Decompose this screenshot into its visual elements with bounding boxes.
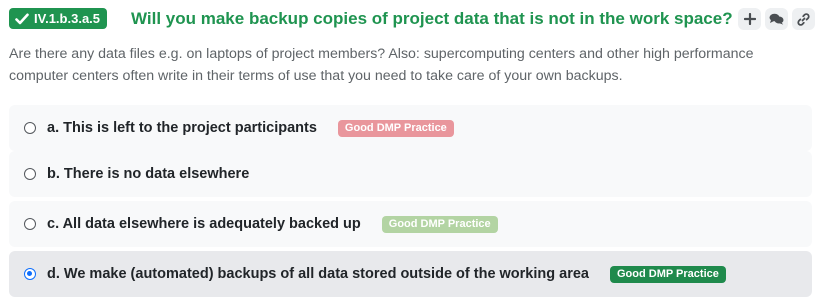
- option-c[interactable]: c. All data elsewhere is adequately back…: [9, 201, 812, 247]
- question-description: Are there any data files e.g. on laptops…: [9, 46, 754, 84]
- question-panel: IV.1.b.3.a.5 Will you make backup copies…: [0, 0, 823, 308]
- plus-icon: [743, 13, 756, 25]
- option-c-label: c. All data elsewhere is adequately back…: [47, 216, 361, 232]
- option-d-radio[interactable]: [24, 268, 36, 280]
- link-icon: [797, 12, 810, 26]
- question-actions: [738, 8, 815, 30]
- option-a[interactable]: a. This is left to the project participa…: [9, 105, 812, 151]
- option-c-radio[interactable]: [24, 218, 36, 230]
- option-d[interactable]: d. We make (automated) backups of all da…: [9, 251, 812, 297]
- option-d-label: d. We make (automated) backups of all da…: [47, 266, 589, 282]
- copy-link-button[interactable]: [792, 8, 815, 30]
- comments-icon: [769, 13, 784, 25]
- comments-button[interactable]: [765, 8, 788, 30]
- option-a-radio[interactable]: [24, 122, 36, 134]
- option-b-radio[interactable]: [24, 168, 36, 180]
- option-d-tag: Good DMP Practice: [609, 265, 726, 283]
- option-b[interactable]: b. There is no data elsewhere: [9, 151, 812, 197]
- option-c-tag: Good DMP Practice: [381, 215, 498, 233]
- option-a-tag: Good DMP Practice: [337, 119, 454, 137]
- question-title: Will you make backup copies of project d…: [131, 9, 733, 28]
- option-a-label: a. This is left to the project participa…: [47, 120, 317, 136]
- check-icon: [15, 13, 29, 24]
- question-header: IV.1.b.3.a.5 Will you make backup copies…: [9, 7, 815, 30]
- question-id: IV.1.b.3.a.5: [34, 11, 101, 26]
- add-button[interactable]: [738, 8, 761, 30]
- question-id-badge: IV.1.b.3.a.5: [9, 8, 108, 29]
- option-b-label: b. There is no data elsewhere: [47, 166, 250, 182]
